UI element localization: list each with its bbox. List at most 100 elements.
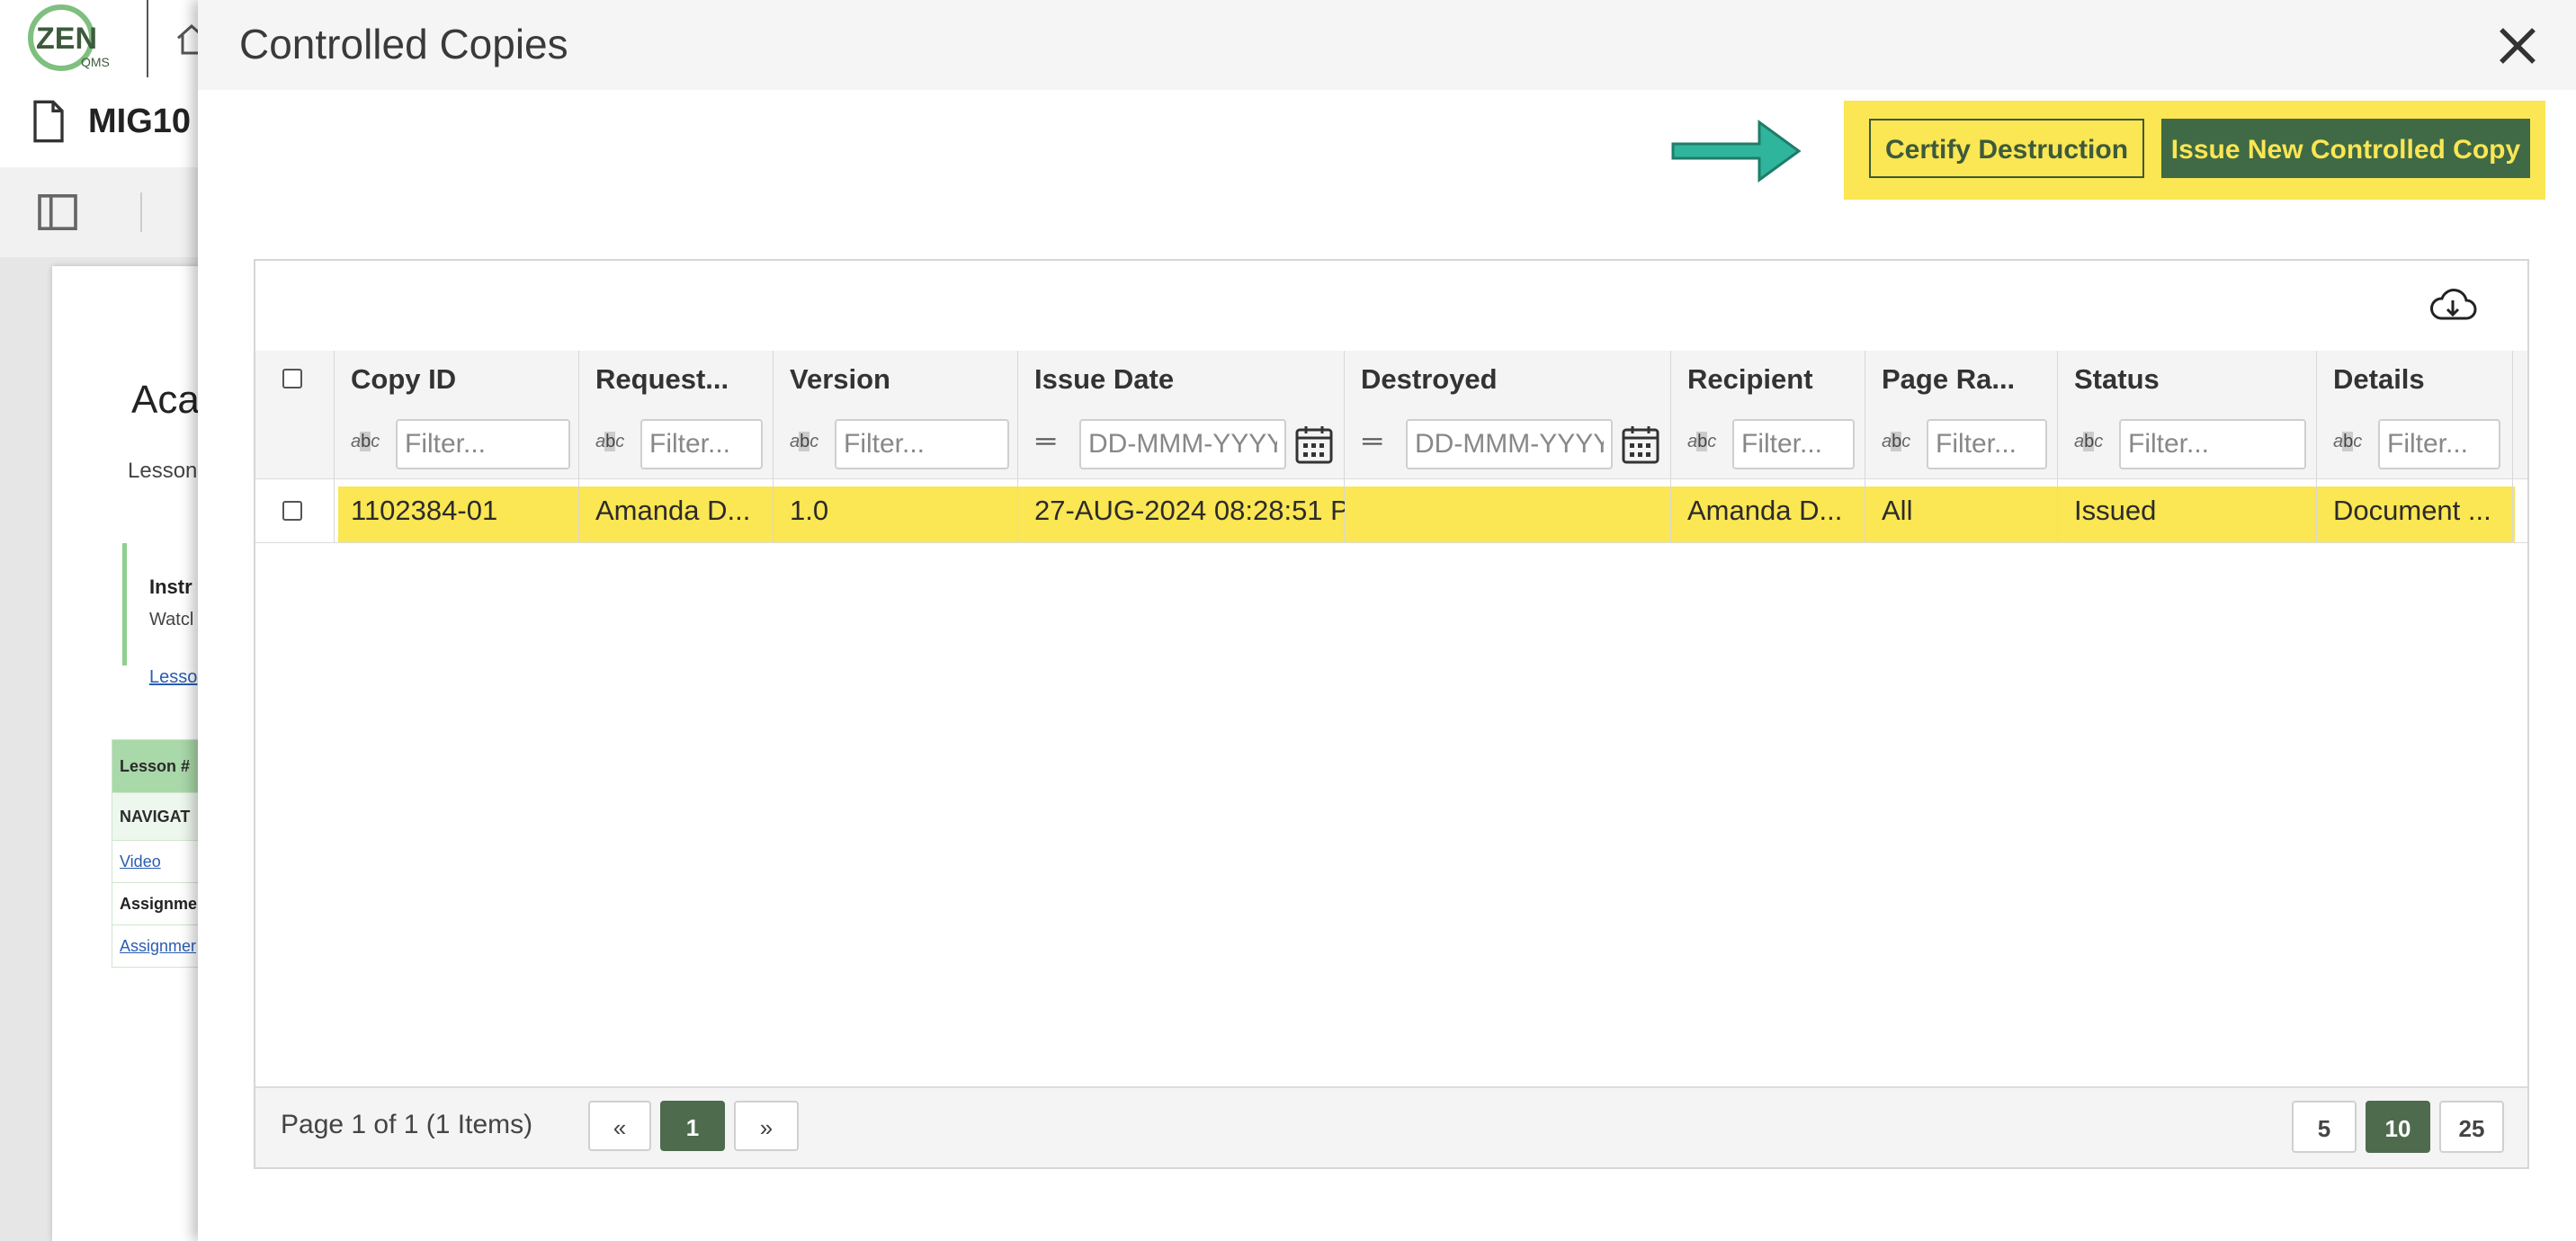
instructions-title: Instr (149, 576, 192, 598)
filter-requester-input[interactable] (640, 419, 763, 469)
lesson-table: Lesson # NAVIGAT Video Assignmer Assignm… (112, 739, 210, 968)
page-1-button[interactable]: 1 (660, 1101, 725, 1151)
cloud-download-icon[interactable] (2428, 286, 2477, 326)
certify-destruction-button[interactable]: Certify Destruction (1869, 119, 2144, 178)
document-title: MIG10 (88, 103, 192, 140)
filter-version-input[interactable] (835, 419, 1009, 469)
header-copy-id[interactable]: Copy ID (335, 351, 579, 408)
header-recipient-label: Recipient (1687, 363, 1813, 395)
header-copy-id-label: Copy ID (351, 363, 457, 395)
page-size-5-button[interactable]: 5 (2292, 1101, 2357, 1153)
logo-text: ZEN (36, 22, 97, 56)
header-requester-label: Request... (595, 363, 729, 395)
cell-status: Issued (2058, 479, 2317, 542)
sidebar-toggle-icon[interactable] (38, 194, 77, 230)
controlled-copies-modal: Controlled Copies Certify Destruction Is… (198, 0, 2576, 1241)
filter-status-input[interactable] (2119, 419, 2306, 469)
header-recipient[interactable]: Recipient (1671, 351, 1865, 408)
filter-recipient-input[interactable] (1732, 419, 1855, 469)
text-filter-icon[interactable]: abc (2074, 432, 2103, 452)
cell-copy-id-text: 1102384-01 (351, 495, 498, 526)
select-all-checkbox[interactable] (282, 369, 302, 388)
filter-copy-id-input[interactable] (396, 419, 570, 469)
controlled-copies-grid: Copy ID Request... Version Issue Date De… (254, 259, 2529, 1169)
lesson-assignment-label: Assignmer (112, 883, 210, 925)
logo-subtext: QMS (81, 55, 110, 69)
cell-requester-text: Amanda D... (595, 495, 751, 526)
row-checkbox[interactable] (282, 501, 302, 521)
row-select-cell (255, 479, 335, 542)
header-select-cell (255, 351, 335, 408)
text-filter-icon[interactable]: abc (1687, 432, 1716, 452)
previous-page-button[interactable]: « (588, 1101, 651, 1151)
home-button[interactable] (147, 0, 206, 77)
grid-toolbar (255, 261, 2527, 353)
close-icon[interactable] (2493, 22, 2542, 70)
header-version[interactable]: Version (774, 351, 1018, 408)
lesson-assignment-link[interactable]: Assignmer (112, 925, 210, 968)
header-destroyed-label: Destroyed (1361, 363, 1498, 395)
page-size-25-button[interactable]: 25 (2439, 1101, 2504, 1153)
header-page-range[interactable]: Page Ra... (1865, 351, 2058, 408)
filter-destroyed-input[interactable] (1406, 419, 1613, 469)
cell-page-range: All (1865, 479, 2058, 542)
document-icon (33, 100, 64, 143)
filter-select-cell (255, 408, 335, 478)
table-row[interactable]: 1102384-01 Amanda D... 1.0 27-AUG-2024 0… (255, 479, 2527, 543)
grid-pager: Page 1 of 1 (1 Items) « 1 » 5 10 25 (255, 1086, 2527, 1167)
grid-filter-row: abc abc abc ═ (255, 408, 2527, 479)
cell-destroyed (1345, 479, 1671, 542)
filter-destroyed-cell: ═ (1345, 408, 1671, 478)
filter-requester-cell: abc (579, 408, 774, 478)
header-details-label: Details (2333, 363, 2425, 395)
filter-version-cell: abc (774, 408, 1018, 478)
modal-header: Controlled Copies (198, 0, 2576, 90)
toolbar-divider (140, 192, 142, 232)
zen-qms-logo[interactable]: ZEN QMS (18, 2, 126, 74)
cell-issue-date: 27-AUG-2024 08:28:51 P (1018, 479, 1345, 542)
cell-requester: Amanda D... (579, 479, 774, 542)
header-issue-date[interactable]: Issue Date (1018, 351, 1345, 408)
filter-issue-date-input[interactable] (1079, 419, 1286, 469)
header-status[interactable]: Status (2058, 351, 2317, 408)
header-requester[interactable]: Request... (579, 351, 774, 408)
cell-copy-id: 1102384-01 (335, 479, 579, 542)
instructions-text: Watcl (149, 610, 194, 629)
text-filter-icon[interactable]: abc (351, 432, 380, 452)
filter-copy-id-cell: abc (335, 408, 579, 478)
next-page-button[interactable]: » (734, 1101, 799, 1151)
equals-filter-icon[interactable]: ═ (1036, 426, 1055, 457)
cell-issue-date-text: 27-AUG-2024 08:28:51 P (1034, 495, 1345, 526)
lesson-table-nav: NAVIGAT (112, 793, 210, 841)
cell-page-range-text: All (1882, 495, 1913, 526)
text-filter-icon[interactable]: abc (1882, 432, 1910, 452)
cell-recipient-text: Amanda D... (1687, 495, 1843, 526)
cell-status-text: Issued (2074, 495, 2157, 526)
header-version-label: Version (790, 363, 890, 395)
equals-filter-icon[interactable]: ═ (1363, 426, 1382, 457)
cell-recipient: Amanda D... (1671, 479, 1865, 542)
issue-new-controlled-copy-button[interactable]: Issue New Controlled Copy (2161, 119, 2530, 178)
arrow-right-icon (1671, 120, 1802, 183)
text-filter-icon[interactable]: abc (2333, 432, 2362, 452)
text-filter-icon[interactable]: abc (790, 432, 818, 452)
page-info: Page 1 of 1 (1 Items) (281, 1110, 533, 1139)
header-page-range-label: Page Ra... (1882, 363, 2016, 395)
header-status-label: Status (2074, 363, 2160, 395)
header-issue-date-label: Issue Date (1034, 363, 1175, 395)
grid-header-row: Copy ID Request... Version Issue Date De… (255, 351, 2527, 409)
filter-details-input[interactable] (2378, 419, 2500, 469)
calendar-icon[interactable] (1622, 424, 1659, 464)
filter-page-range-input[interactable] (1927, 419, 2047, 469)
page-size-10-button[interactable]: 10 (2366, 1101, 2430, 1153)
header-destroyed[interactable]: Destroyed (1345, 351, 1671, 408)
lesson-table-header: Lesson # (112, 739, 210, 793)
header-details[interactable]: Details (2317, 351, 2513, 408)
instructions-link[interactable]: Lesso (149, 667, 197, 688)
calendar-icon[interactable] (1295, 424, 1333, 464)
filter-recipient-cell: abc (1671, 408, 1865, 478)
lesson-video-link[interactable]: Video (112, 841, 210, 883)
text-filter-icon[interactable]: abc (595, 432, 624, 452)
document-subheading: Lesson (128, 459, 198, 483)
cell-details: Document ... (2317, 479, 2513, 542)
